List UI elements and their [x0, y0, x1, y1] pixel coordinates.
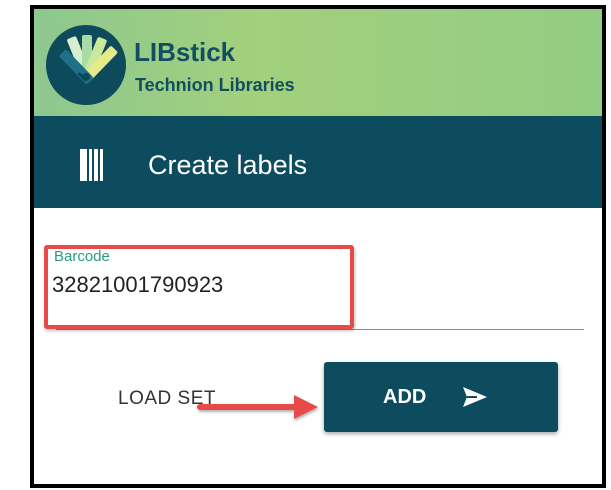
page-title: Create labels	[148, 150, 308, 180]
add-button[interactable]: ADD	[324, 362, 558, 432]
app-subtitle: Technion Libraries	[135, 75, 295, 95]
annotation-highlight-box	[44, 245, 354, 329]
pencil-stack-logo-icon	[59, 35, 118, 84]
send-icon	[463, 387, 487, 407]
brand-header: LIBstick Technion Libraries	[34, 9, 602, 116]
libstick-logo	[46, 25, 126, 105]
app-window: LIBstick Technion Libraries Create label…	[30, 5, 606, 488]
page-header: Create labels	[34, 116, 602, 208]
app-name: LIBstick	[134, 37, 236, 67]
annotation-arrow	[197, 395, 318, 419]
barcode-underline	[56, 329, 584, 330]
add-button-label: ADD	[383, 386, 427, 408]
barcode-icon	[80, 149, 103, 181]
